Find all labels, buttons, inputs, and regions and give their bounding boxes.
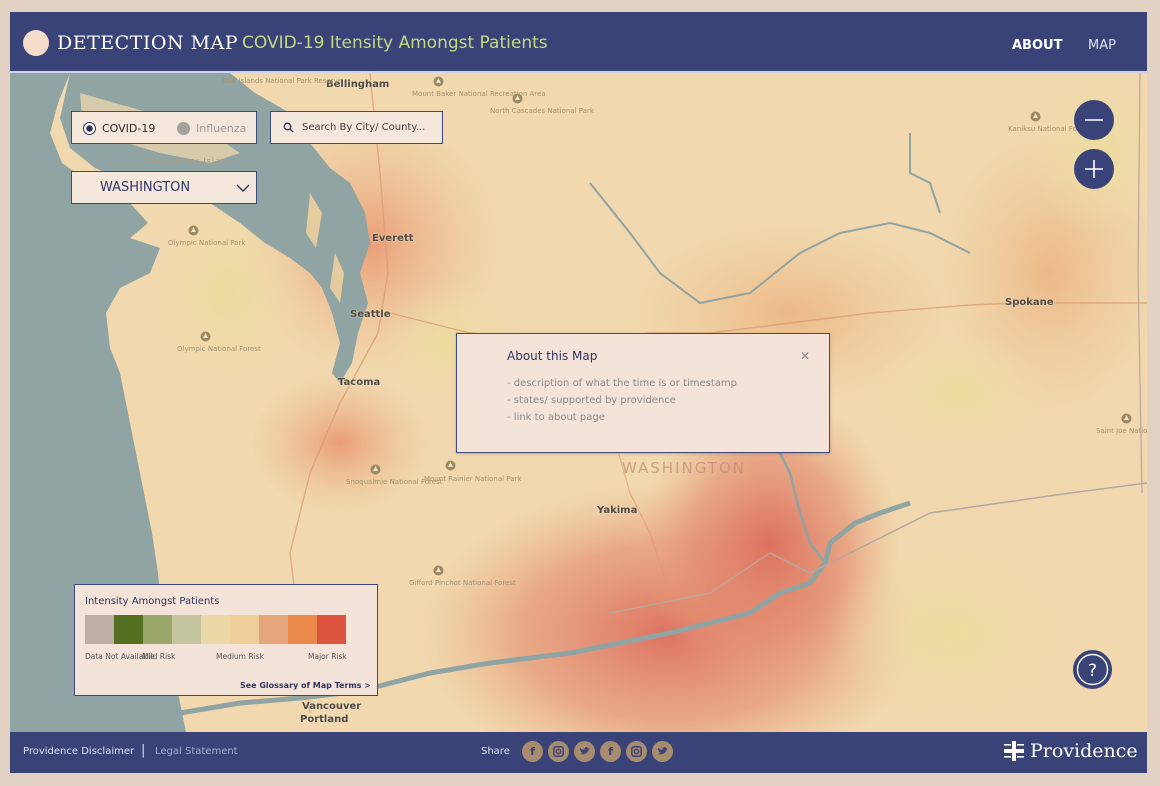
- region-label: WASHINGTON: [622, 459, 746, 477]
- top-bar: DETECTION MAP COVID-19 Itensity Amongst …: [10, 12, 1147, 73]
- footer-bar: Providence Disclaimer | Legal Statement …: [10, 732, 1147, 773]
- about-item[interactable]: - link to about page: [507, 409, 737, 426]
- close-icon[interactable]: ✕: [800, 349, 810, 363]
- app-logo-text: DETECTION MAP: [57, 32, 239, 54]
- about-title: About this Map: [507, 349, 598, 363]
- park-label: Mount Baker National Recreation Area: [412, 90, 546, 98]
- search-input[interactable]: [302, 122, 440, 133]
- disease-toggle: COVID-19 Influenza: [71, 111, 257, 144]
- facebook-icon[interactable]: f: [522, 741, 543, 762]
- radio-selected-icon: [83, 122, 96, 135]
- plus-icon: [1085, 160, 1103, 178]
- about-popup: About this Map ✕ - description of what t…: [456, 333, 830, 453]
- page-title: COVID-19 Itensity Amongst Patients: [242, 33, 548, 53]
- app-frame: DETECTION MAP COVID-19 Itensity Amongst …: [10, 12, 1147, 773]
- city-label-yakima: Yakima: [597, 505, 638, 516]
- legend-swatch: [114, 615, 143, 644]
- park-label: Saint Joe National Forest: [1096, 427, 1147, 435]
- city-label-seattle: Seattle: [350, 309, 391, 320]
- park-label: Gulf Islands National Park Reserve: [222, 77, 343, 85]
- park-label: Olympic National Forest: [177, 345, 261, 353]
- influenza-radio-label: Influenza: [196, 122, 247, 135]
- zoom-in-button[interactable]: [1074, 149, 1114, 189]
- park-icon: [1121, 413, 1132, 424]
- legend-swatch: [172, 615, 201, 644]
- park-label: North Cascades National Park: [490, 107, 594, 115]
- legend-swatch: [85, 615, 114, 644]
- question-icon: ?: [1076, 653, 1109, 686]
- park-icon: [433, 565, 444, 576]
- state-select[interactable]: WASHINGTON: [71, 171, 257, 204]
- park-icon: [445, 460, 456, 471]
- park-icon: [188, 225, 199, 236]
- legend-swatch: [288, 615, 317, 644]
- legend-label-major: Major Risk: [308, 652, 347, 661]
- covid-radio-label: COVID-19: [102, 122, 156, 135]
- nav-about-link[interactable]: ABOUT: [1012, 38, 1062, 53]
- legend-label-mild: Mild Risk: [142, 652, 176, 661]
- island-label: Vancouver Island: [148, 157, 234, 167]
- city-label-everett: Everett: [372, 233, 414, 244]
- chevron-down-icon: [236, 184, 250, 192]
- park-label: Olympic National Park: [168, 239, 246, 247]
- park-label: Gifford Pinchot National Forest: [409, 579, 516, 587]
- legend-swatch: [317, 615, 346, 644]
- nav-map-link[interactable]: MAP: [1088, 38, 1116, 53]
- share-label: Share: [481, 746, 510, 757]
- park-icon: [433, 76, 444, 87]
- logo-circle-icon: [23, 30, 49, 56]
- search-box: [270, 111, 443, 144]
- disclaimer-link[interactable]: Providence Disclaimer: [23, 746, 134, 757]
- city-label-spokane: Spokane: [1005, 297, 1054, 308]
- city-label-portland: Portland: [300, 714, 349, 725]
- influenza-radio[interactable]: Influenza: [177, 122, 246, 135]
- providence-cross-icon: [1004, 741, 1024, 761]
- instagram-icon[interactable]: [626, 741, 647, 762]
- map-legend: Intensity Amongst Patients Data Not Avai…: [74, 584, 378, 696]
- legend-title: Intensity Amongst Patients: [85, 596, 220, 607]
- footer-separator: |: [141, 743, 146, 758]
- covid-radio[interactable]: COVID-19: [83, 122, 155, 135]
- about-item: - states/ supported by providence: [507, 395, 676, 406]
- search-icon: [283, 122, 294, 133]
- legend-swatch: [259, 615, 288, 644]
- glossary-link[interactable]: See Glossary of Map Terms >: [240, 681, 371, 690]
- legend-swatch: [201, 615, 230, 644]
- about-item: - description of what the time is or tim…: [507, 378, 738, 389]
- city-label-tacoma: Tacoma: [338, 377, 381, 388]
- brand-text: Providence: [1030, 740, 1138, 762]
- minus-icon: [1085, 119, 1103, 121]
- twitter-icon[interactable]: [652, 741, 673, 762]
- providence-brand: Providence: [1003, 740, 1138, 762]
- instagram-icon[interactable]: [548, 741, 569, 762]
- help-button[interactable]: ?: [1073, 650, 1112, 689]
- svg-text:?: ?: [1088, 661, 1097, 681]
- zoom-out-button[interactable]: [1074, 100, 1114, 140]
- park-icon: [370, 464, 381, 475]
- about-list: - description of what the time is or tim…: [507, 375, 737, 426]
- legend-label-medium: Medium Risk: [216, 652, 264, 661]
- legend-swatches: [85, 615, 346, 644]
- facebook-icon[interactable]: f: [600, 741, 621, 762]
- park-label: Mount Rainier National Park: [424, 475, 522, 483]
- state-select-value: WASHINGTON: [100, 180, 191, 195]
- legal-statement-link[interactable]: Legal Statement: [155, 746, 238, 757]
- legend-swatch: [230, 615, 259, 644]
- legend-swatch: [143, 615, 172, 644]
- radio-unselected-icon: [177, 122, 190, 135]
- park-icon: [1030, 111, 1041, 122]
- city-label-vancouver: Vancouver: [302, 701, 362, 712]
- twitter-icon[interactable]: [574, 741, 595, 762]
- park-icon: [200, 331, 211, 342]
